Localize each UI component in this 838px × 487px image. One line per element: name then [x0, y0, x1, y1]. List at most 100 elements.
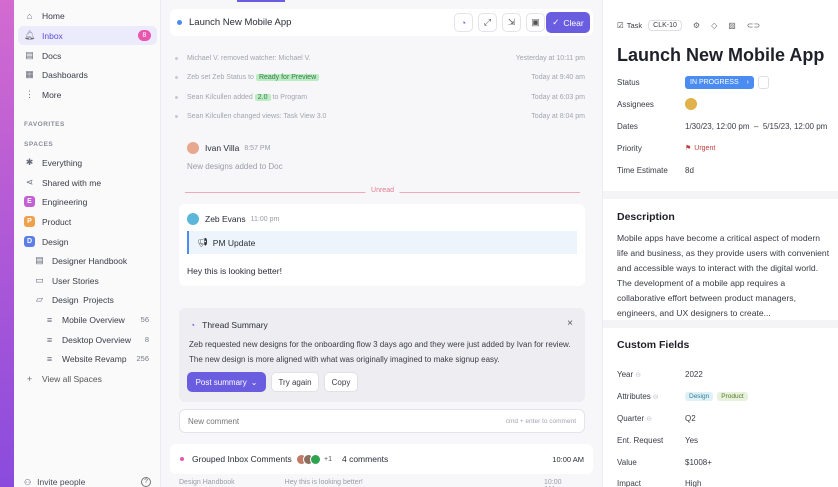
- image-icon[interactable]: ▨: [728, 21, 736, 30]
- activity-item: Michael V. removed watcher: Michael V. Ye…: [175, 52, 585, 64]
- avatar: [187, 142, 199, 154]
- custom-field-impact: Impact High: [617, 478, 702, 487]
- status-badge[interactable]: IN PROGRESS ›: [685, 75, 754, 89]
- activity-item: Sean Kilcullen changed views: Task View …: [175, 110, 585, 122]
- help-icon[interactable]: ?: [141, 477, 151, 487]
- progress-button[interactable]: ◔: [454, 13, 473, 32]
- new-comment-box: cmd + enter to comment: [179, 409, 585, 433]
- chevron-right-icon: ›: [746, 78, 749, 86]
- task-id-chip[interactable]: CLK-10: [648, 20, 682, 31]
- avatar: [187, 213, 199, 225]
- next-row-preview: Design Handbook Hey this is looking bette…: [179, 479, 562, 487]
- comment-ivan: Ivan Villa 8:57 PM New designs added to …: [187, 142, 283, 171]
- status-dot: [177, 20, 182, 25]
- version-tag: 2.0: [254, 93, 271, 101]
- sidebar-item-product[interactable]: P Product: [18, 212, 157, 231]
- new-comment-input[interactable]: [188, 416, 478, 426]
- close-summary-button[interactable]: ×: [567, 318, 573, 329]
- task-type-icon: ☑: [617, 21, 624, 30]
- dates-value[interactable]: 1/30/23, 12:00 pm – 5/15/23, 12:00 pm: [685, 122, 827, 131]
- custom-field-quarter: Quarter ⊖ Q2: [617, 413, 696, 423]
- expand-icon: ⤢: [483, 17, 492, 27]
- field-dates: Dates 1/30/23, 12:00 pm – 5/15/23, 12:00 …: [617, 121, 828, 131]
- task-toolbar: ☑ Task CLK-10 ⚙ ◇ ▨ ⊂⊃: [617, 20, 761, 31]
- sidebar-item-more[interactable]: ⋮ More: [18, 85, 157, 104]
- custom-field-attributes: Attributes ⊖ Design Product: [617, 389, 832, 403]
- close-icon: ×: [567, 318, 573, 329]
- clear-button[interactable]: ✓ Clear: [546, 12, 590, 33]
- tree-item-website-revamp[interactable]: ≡ Website Revamp 256: [38, 349, 157, 368]
- status-complete-checkbox[interactable]: [757, 75, 769, 89]
- thread-header: Launch New Mobile App ◔ ⤢ ⇲ ▣ ✓ Clear: [170, 9, 593, 36]
- sidebar-item-home[interactable]: ⌂ Home: [18, 6, 157, 25]
- sidebar-item-inbox[interactable]: 🔔︎ Inbox 8: [18, 26, 157, 45]
- settings-icon[interactable]: ⚙: [693, 21, 700, 30]
- chevron-down-icon: ⌄: [250, 377, 258, 387]
- favorites-heading: FAVORITES: [24, 121, 65, 128]
- assign-button[interactable]: ⇲: [502, 13, 521, 32]
- bell-icon: 🔔︎: [23, 30, 36, 40]
- tag-icon[interactable]: ◇: [711, 21, 717, 30]
- copy-button[interactable]: Copy: [324, 372, 358, 392]
- link-icon[interactable]: ⊂⊃: [747, 21, 760, 30]
- sidebar-item-engineering[interactable]: E Engineering: [18, 192, 157, 211]
- assignee-avatar[interactable]: [685, 98, 697, 110]
- priority-value[interactable]: ⚑ Urgent: [685, 144, 715, 153]
- activity-item: Zeb set Zeb Status to Ready for Preview To…: [175, 71, 585, 83]
- description-text[interactable]: Mobile apps have become a critical aspec…: [617, 231, 831, 321]
- expand-button[interactable]: ⤢: [478, 13, 497, 32]
- field-priority: Priority ⚑ Urgent: [617, 143, 716, 153]
- space-avatar-engineering: E: [24, 196, 35, 207]
- list-icon: ≡: [46, 334, 53, 345]
- unread-divider: Unread: [185, 187, 580, 194]
- pm-update-quote[interactable]: 📢︎ PM Update: [187, 231, 577, 254]
- tree-item-desktop-overview[interactable]: ≡ Desktop Overview 8: [38, 330, 157, 349]
- post-summary-button[interactable]: Post summary ⌄: [187, 372, 266, 392]
- list-icon: ≡: [46, 314, 53, 325]
- app-edge-gradient: [0, 0, 14, 487]
- inbox-badge: 8: [138, 30, 151, 41]
- open-task-button[interactable]: ▣: [526, 13, 545, 32]
- tree-item-mobile-overview[interactable]: ≡ Mobile Overview 56: [38, 310, 157, 329]
- asterisk-icon: ✱: [25, 157, 34, 167]
- custom-field-year: Year ⊖ 2022: [617, 369, 703, 379]
- grouped-comments-row[interactable]: Grouped Inbox Comments +1 4 comments 10:…: [170, 444, 593, 474]
- tree-item-designer-handbook[interactable]: ▤ Designer Handbook: [28, 251, 157, 270]
- sidebar-item-design[interactable]: D Design: [18, 232, 157, 251]
- megaphone-icon: 📢︎: [197, 237, 208, 247]
- thread-title: Launch New Mobile App: [189, 17, 292, 28]
- status-tag: Ready for Preview: [255, 73, 320, 81]
- sidebar-item-dashboards[interactable]: ▦ Dashboards: [18, 65, 157, 84]
- home-icon: ⌂: [26, 10, 33, 21]
- avatar-stack: +1 4 comments: [296, 453, 388, 465]
- sidebar-item-docs[interactable]: ▤ Docs: [18, 46, 157, 65]
- space-avatar-product: P: [24, 216, 35, 227]
- sidebar: ⌂ Home 🔔︎ Inbox 8 ▤ Docs ▦ Dashboards ⋮ More F…: [14, 0, 161, 487]
- folder-open-icon: ▱: [36, 294, 43, 304]
- task-icon: ▣: [531, 17, 540, 27]
- attribute-pill[interactable]: Design: [685, 391, 714, 401]
- field-status: Status IN PROGRESS ›: [617, 75, 832, 89]
- view-all-spaces-link[interactable]: + View all Spaces: [18, 369, 157, 388]
- activity-item: Sean Kilcullen added 2.0 to Program Today a…: [175, 91, 585, 103]
- attribute-pill[interactable]: Product: [717, 391, 748, 401]
- thread-summary-card: ◔ Thread Summary × Zeb requested new desi…: [179, 308, 585, 402]
- inbox-thread-panel: Launch New Mobile App ◔ ⤢ ⇲ ▣ ✓ Clear Mic…: [161, 0, 602, 487]
- tree-item-design-projects[interactable]: ▱ Design Projects: [28, 290, 157, 309]
- tree-item-user-stories[interactable]: ▭ User Stories: [28, 271, 157, 290]
- doc-icon: ▤: [25, 50, 34, 60]
- active-tab-indicator: [237, 0, 285, 2]
- try-again-button[interactable]: Try again: [271, 372, 319, 392]
- invite-people-button[interactable]: ⚇ Invite people: [24, 477, 85, 487]
- comment-zeb: Zeb Evans 11:00 pm 📢︎ PM Update Hey this …: [179, 204, 585, 286]
- custom-field-value: Value $1008+: [617, 457, 712, 467]
- folder-icon: ▭: [35, 275, 44, 285]
- sidebar-item-shared[interactable]: ⋖ Shared with me: [18, 173, 157, 192]
- task-detail-panel: ☑ Task CLK-10 ⚙ ◇ ▨ ⊂⊃ Launch New Mobile…: [602, 0, 838, 487]
- dashboard-icon: ▦: [25, 69, 34, 79]
- sidebar-item-everything[interactable]: ✱ Everything: [18, 153, 157, 172]
- more-icon: ⋮: [25, 89, 34, 99]
- custom-fields-heading: Custom Fields: [617, 339, 690, 351]
- assign-icon: ⇲: [507, 17, 516, 27]
- task-title: Launch New Mobile App: [617, 45, 825, 65]
